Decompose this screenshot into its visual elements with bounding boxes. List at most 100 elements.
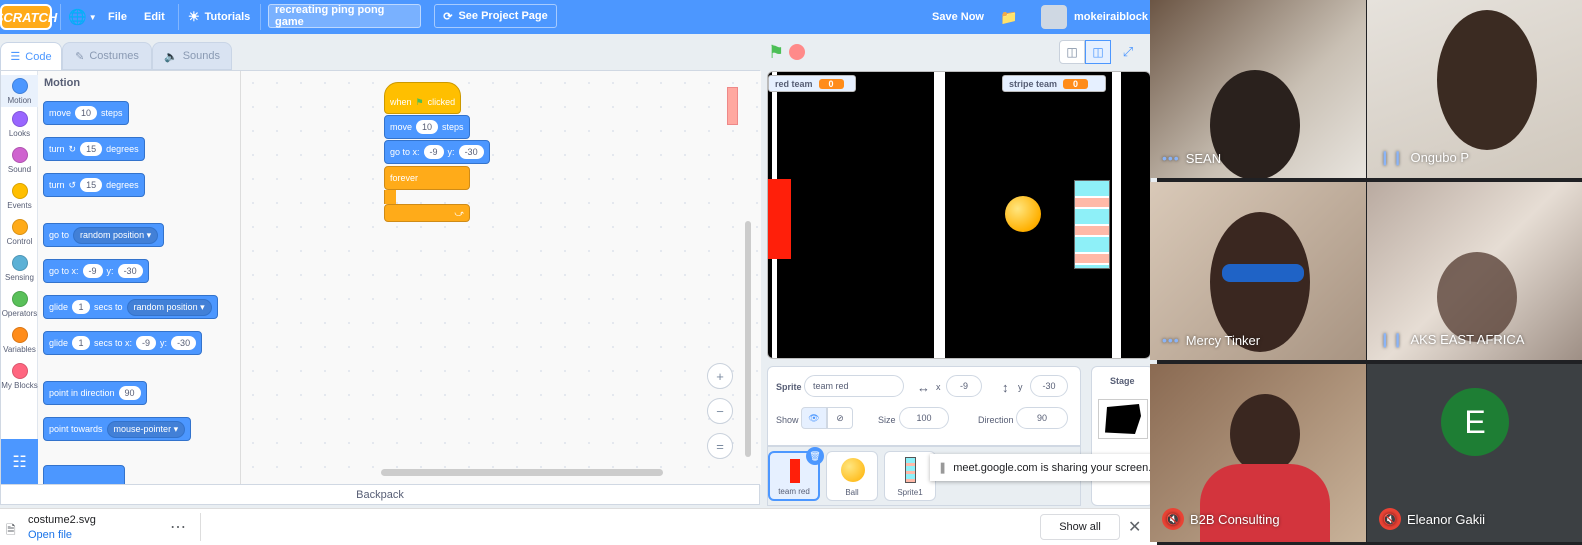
zoom-out-button[interactable]: − xyxy=(707,398,733,424)
sprite-name-input[interactable]: team red xyxy=(804,375,904,397)
tab-costumes[interactable]: ✎ Costumes xyxy=(62,42,152,70)
participant-tile-b2b[interactable]: 🔇 B2B Consulting xyxy=(1150,364,1366,542)
show-visible-button[interactable]: 👁 xyxy=(801,407,827,429)
block-input[interactable]: 90 xyxy=(118,386,141,400)
green-flag-button[interactable]: ⚑ xyxy=(768,42,784,63)
save-now-button[interactable]: Save Now xyxy=(932,0,984,34)
block-input[interactable]: -9 xyxy=(82,264,103,278)
add-extension-button[interactable]: ☷ xyxy=(1,439,38,485)
file-menu[interactable]: File xyxy=(108,0,127,34)
zoom-in-button[interactable]: + xyxy=(707,363,733,389)
direction-input[interactable]: 90 xyxy=(1016,407,1068,429)
delete-sprite-button[interactable]: 🗑 xyxy=(806,447,824,465)
download-file-name[interactable]: costume2.svg xyxy=(28,514,96,526)
block-input[interactable]: -30 xyxy=(458,145,484,159)
block-dropdown[interactable]: random position ▾ xyxy=(73,226,159,244)
size-input[interactable]: 100 xyxy=(899,407,949,429)
block-turn-left[interactable]: turn ↺ 15 degrees xyxy=(43,173,145,197)
close-icon[interactable]: ✕ xyxy=(1128,517,1141,537)
category-sound[interactable]: Sound xyxy=(1,147,38,174)
block-go-to[interactable]: go to random position ▾ xyxy=(43,223,165,247)
account-menu[interactable]: mokeiraiblock ▼ xyxy=(1074,0,1157,34)
show-all-button[interactable]: Show all xyxy=(1040,514,1120,540)
block-input[interactable]: 10 xyxy=(75,106,98,120)
block-input[interactable]: -9 xyxy=(136,336,157,350)
workspace-vertical-scrollbar[interactable] xyxy=(745,221,751,457)
block-glide-xy[interactable]: glide 1 secs to x: -9 y: -30 xyxy=(43,331,203,355)
fullscreen-button[interactable]: ⤢ xyxy=(1115,40,1141,64)
sprite-thumbnail xyxy=(790,459,800,483)
stripe-paddle-sprite[interactable] xyxy=(1074,180,1110,269)
block-input[interactable]: 15 xyxy=(80,142,103,156)
sprite-tile-sprite1[interactable]: Sprite1 xyxy=(884,451,936,501)
block-input[interactable]: -30 xyxy=(117,264,143,278)
block-input[interactable]: 10 xyxy=(416,120,439,134)
stage-selector[interactable]: Stage xyxy=(1091,366,1154,506)
category-variables[interactable]: Variables xyxy=(1,327,38,354)
participant-tile-mercy[interactable]: ••• Mercy Tinker xyxy=(1150,182,1366,360)
see-project-page-button[interactable]: ⟳ See Project Page xyxy=(434,4,557,28)
ball-sprite[interactable] xyxy=(1005,196,1041,232)
show-hidden-button[interactable]: ⊘ xyxy=(827,407,853,429)
red-paddle-sprite[interactable] xyxy=(768,179,791,259)
language-menu[interactable]: 🌐 ▼ xyxy=(68,0,97,34)
block-input[interactable]: -30 xyxy=(171,336,197,350)
more-options-icon[interactable]: ⋯ xyxy=(170,517,186,537)
participant-tile-ongubo[interactable]: ❙❙ Ongubo P xyxy=(1367,0,1582,178)
block-dropdown[interactable]: random position ▾ xyxy=(126,298,212,316)
block-turn-right[interactable]: turn ↻ 15 degrees xyxy=(43,137,145,161)
block-point-in-direction[interactable]: point in direction 90 xyxy=(43,381,147,405)
backpack-bar[interactable]: Backpack xyxy=(0,484,760,505)
block-go-to-xy[interactable]: go to x: -9 y: -30 xyxy=(43,259,149,283)
sprite-name: Sprite1 xyxy=(897,488,923,497)
category-color-dot xyxy=(11,291,28,307)
edit-menu[interactable]: Edit xyxy=(144,0,165,34)
zoom-reset-button[interactable]: = xyxy=(707,433,733,459)
block-input[interactable]: 15 xyxy=(80,178,103,192)
open-file-link[interactable]: Open file xyxy=(28,529,72,541)
block-partial[interactable] xyxy=(43,465,125,485)
category-events[interactable]: Events xyxy=(1,183,38,210)
block-glide-to[interactable]: glide 1 secs to random position ▾ xyxy=(43,295,218,319)
sprite-tile-team-red[interactable]: 🗑 team red xyxy=(768,447,824,501)
category-looks[interactable]: Looks xyxy=(1,111,38,138)
block-input[interactable]: 1 xyxy=(72,300,91,314)
project-title-input[interactable]: recreating ping pong game xyxy=(268,4,421,28)
block-move-steps[interactable]: move 10 steps xyxy=(43,101,129,125)
large-stage-button[interactable]: ◫ xyxy=(1085,40,1111,64)
stop-button[interactable] xyxy=(789,44,805,60)
block-dropdown[interactable]: mouse-pointer ▾ xyxy=(106,420,186,438)
stage-canvas[interactable]: red team 0 stripe team 0 xyxy=(767,71,1151,359)
block-forever[interactable]: forever xyxy=(384,166,470,190)
y-position-input[interactable]: -30 xyxy=(1030,375,1068,397)
avatar[interactable] xyxy=(1041,5,1067,29)
participant-tile-aks[interactable]: ❙❙ AKS EAST AFRICA xyxy=(1367,182,1582,360)
category-operators[interactable]: Operators xyxy=(1,291,38,318)
block-input[interactable]: -9 xyxy=(423,145,444,159)
workspace-horizontal-scrollbar[interactable] xyxy=(381,469,663,476)
tutorials-menu[interactable]: ☀ Tutorials xyxy=(188,0,250,34)
category-control[interactable]: Control xyxy=(1,219,38,246)
stripe-team-score: stripe team 0 xyxy=(1002,75,1106,92)
block-move-steps[interactable]: move 10 steps xyxy=(384,115,470,139)
folder-icon[interactable]: 📁 xyxy=(1000,0,1017,34)
tab-code[interactable]: ☰ Code xyxy=(0,42,62,70)
scratch-logo[interactable]: SCRATCH xyxy=(0,4,57,30)
participant-tile-eleanor[interactable]: E 🔇 Eleanor Gakii xyxy=(1367,364,1582,542)
script-workspace[interactable]: when ⚑ clicked move 10 steps go to x: -9… xyxy=(241,71,761,485)
block-when-flag-clicked[interactable]: when ⚑ clicked xyxy=(384,82,462,114)
category-motion[interactable]: Motion xyxy=(1,75,38,107)
block-input[interactable]: 1 xyxy=(72,336,91,350)
globe-icon: 🌐 xyxy=(68,9,87,26)
sprite-tile-ball[interactable]: Ball xyxy=(826,451,878,501)
block-point-towards[interactable]: point towards mouse-pointer ▾ xyxy=(43,417,192,441)
small-stage-button[interactable]: ◫ xyxy=(1059,40,1085,64)
x-position-input[interactable]: -9 xyxy=(946,375,982,397)
see-project-page-label: See Project Page xyxy=(458,10,548,22)
participant-tile-sean[interactable]: ••• SEAN xyxy=(1150,0,1366,178)
block-text: when xyxy=(390,97,412,107)
category-sensing[interactable]: Sensing xyxy=(1,255,38,282)
block-go-to-xy[interactable]: go to x: -9 y: -30 xyxy=(384,140,490,164)
category-my-blocks[interactable]: My Blocks xyxy=(1,363,38,390)
tab-sounds[interactable]: 🔈 Sounds xyxy=(152,42,232,70)
